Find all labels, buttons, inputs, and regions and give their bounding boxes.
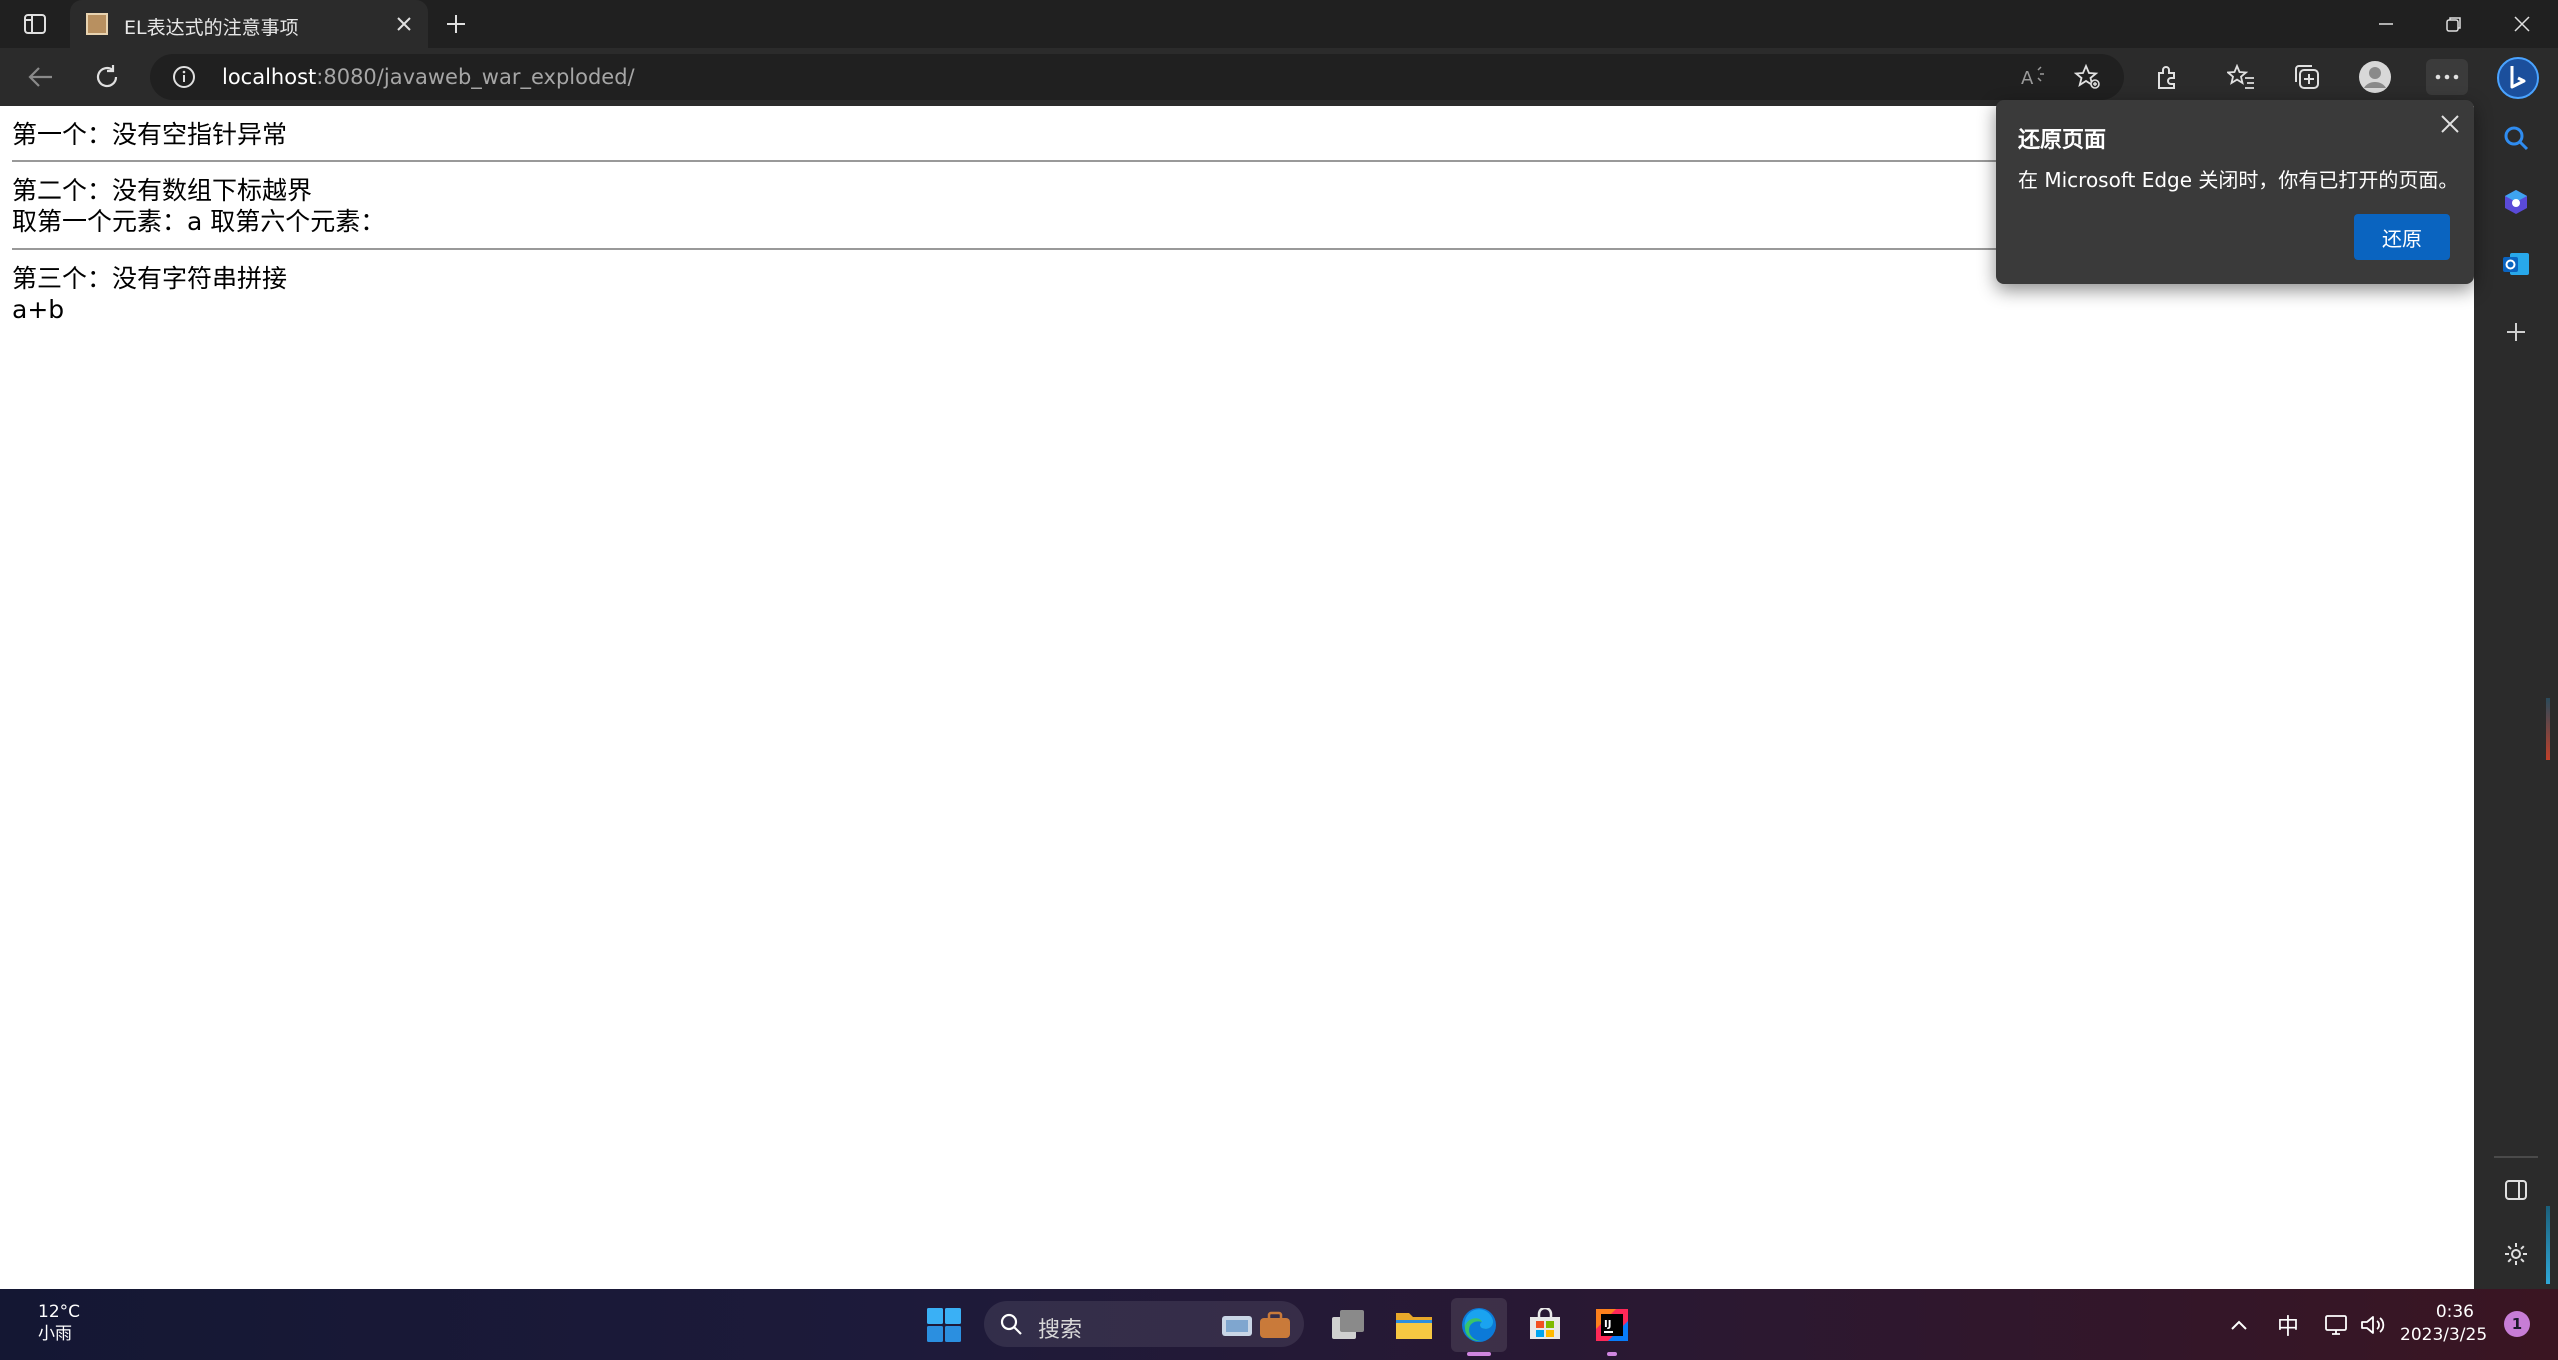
- edge-sidebar: [2474, 48, 2558, 1289]
- search-placeholder: 搜索: [1038, 1318, 1083, 1343]
- sidebar-search-icon[interactable]: [2496, 118, 2536, 158]
- search-icon: [1000, 1313, 1022, 1335]
- tab-favicon-icon: [86, 13, 108, 35]
- weather-condition: 小雨: [38, 1324, 72, 1344]
- profile-avatar[interactable]: [2356, 59, 2394, 95]
- network-icon[interactable]: [2320, 1307, 2354, 1343]
- favorites-icon[interactable]: [2222, 59, 2260, 95]
- read-aloud-icon[interactable]: A: [2020, 63, 2048, 91]
- restore-pages-popup: 还原页面 在 Microsoft Edge 关闭时，你有已打开的页面。 还原: [1996, 100, 2474, 284]
- address-bar[interactable]: localhost:8080/javaweb_war_exploded/ A: [150, 54, 2124, 100]
- sidebar-games-icon[interactable]: [2496, 182, 2536, 222]
- edge-taskbar-icon[interactable]: [1451, 1298, 1507, 1352]
- taskbar-search[interactable]: 搜索: [984, 1301, 1304, 1347]
- favorite-add-icon[interactable]: [2074, 63, 2102, 91]
- edge-active-indicator: [1467, 1352, 1491, 1356]
- sidebar-divider: [2494, 1156, 2538, 1158]
- intellij-idea-icon[interactable]: IJ: [1584, 1298, 1640, 1352]
- extensions-icon[interactable]: [2148, 59, 2186, 95]
- svg-text:IJ: IJ: [1604, 1319, 1611, 1330]
- ime-indicator[interactable]: 中: [2270, 1307, 2306, 1343]
- site-info-icon[interactable]: [172, 65, 196, 89]
- task-view-icon[interactable]: [1320, 1298, 1376, 1352]
- search-highlight-icon: [1220, 1310, 1294, 1340]
- volume-icon[interactable]: [2356, 1307, 2390, 1343]
- show-hidden-icons-icon[interactable]: [2224, 1307, 2254, 1343]
- text-line-4: 第三个：没有字符串拼接: [12, 264, 288, 293]
- tab-title: EL表达式的注意事项: [124, 17, 299, 39]
- popup-message: 在 Microsoft Edge 关闭时，你有已打开的页面。: [2018, 168, 2459, 192]
- sidebar-scroll-handle[interactable]: [2546, 1206, 2550, 1284]
- text-line-5: a+b: [12, 295, 65, 324]
- tab-close-icon[interactable]: [392, 12, 416, 36]
- clock-time: 0:36: [2435, 1302, 2474, 1322]
- collections-icon[interactable]: [2288, 59, 2326, 95]
- text-line-3: 取第一个元素：a 取第六个元素：: [12, 207, 386, 236]
- close-window-icon[interactable]: [2488, 0, 2556, 48]
- store-icon[interactable]: [1517, 1298, 1573, 1352]
- title-bar: EL表达式的注意事项: [0, 0, 2558, 48]
- start-icon[interactable]: [916, 1298, 972, 1352]
- sidebar-scrollbar[interactable]: [2546, 698, 2550, 760]
- url-text: localhost:8080/javaweb_war_exploded/: [222, 65, 635, 89]
- sidebar-outlook-icon[interactable]: [2496, 244, 2536, 284]
- tab-actions-icon[interactable]: [16, 8, 54, 40]
- refresh-icon[interactable]: [88, 59, 126, 95]
- sidebar-add-icon[interactable]: [2496, 312, 2536, 352]
- system-clock[interactable]: 0:36 2023/3/25: [2400, 1301, 2488, 1347]
- svg-text:A: A: [2021, 68, 2034, 89]
- sidebar-settings-icon[interactable]: [2496, 1234, 2536, 1274]
- text-line-2: 第二个：没有数组下标越界: [12, 176, 313, 205]
- clock-date: 2023/3/25: [2400, 1325, 2488, 1345]
- weather-widget[interactable]: 12°C 小雨: [38, 1301, 80, 1345]
- minimize-icon[interactable]: [2352, 0, 2420, 48]
- weather-temperature: 12°C: [38, 1302, 81, 1322]
- bing-copilot-icon[interactable]: [2496, 56, 2540, 100]
- notification-badge[interactable]: 1: [2504, 1311, 2530, 1337]
- hide-sidebar-icon[interactable]: [2496, 1170, 2536, 1210]
- intellij-running-indicator: [1607, 1352, 1617, 1356]
- file-explorer-icon[interactable]: [1386, 1298, 1442, 1352]
- popup-title: 还原页面: [2018, 128, 2107, 153]
- new-tab-icon[interactable]: [440, 8, 472, 40]
- restore-button[interactable]: 还原: [2354, 214, 2450, 260]
- text-line-1: 第一个：没有空指针异常: [12, 120, 288, 149]
- browser-toolbar: localhost:8080/javaweb_war_exploded/ A: [0, 48, 2558, 106]
- back-icon[interactable]: [22, 59, 60, 95]
- browser-tab[interactable]: EL表达式的注意事项: [70, 0, 428, 48]
- settings-more-icon[interactable]: [2426, 59, 2468, 95]
- taskbar: 12°C 小雨 搜索 IJ 中 0:36 2023/3/25 1: [0, 1289, 2558, 1360]
- restore-icon[interactable]: [2420, 0, 2488, 48]
- popup-close-icon[interactable]: [2436, 110, 2464, 138]
